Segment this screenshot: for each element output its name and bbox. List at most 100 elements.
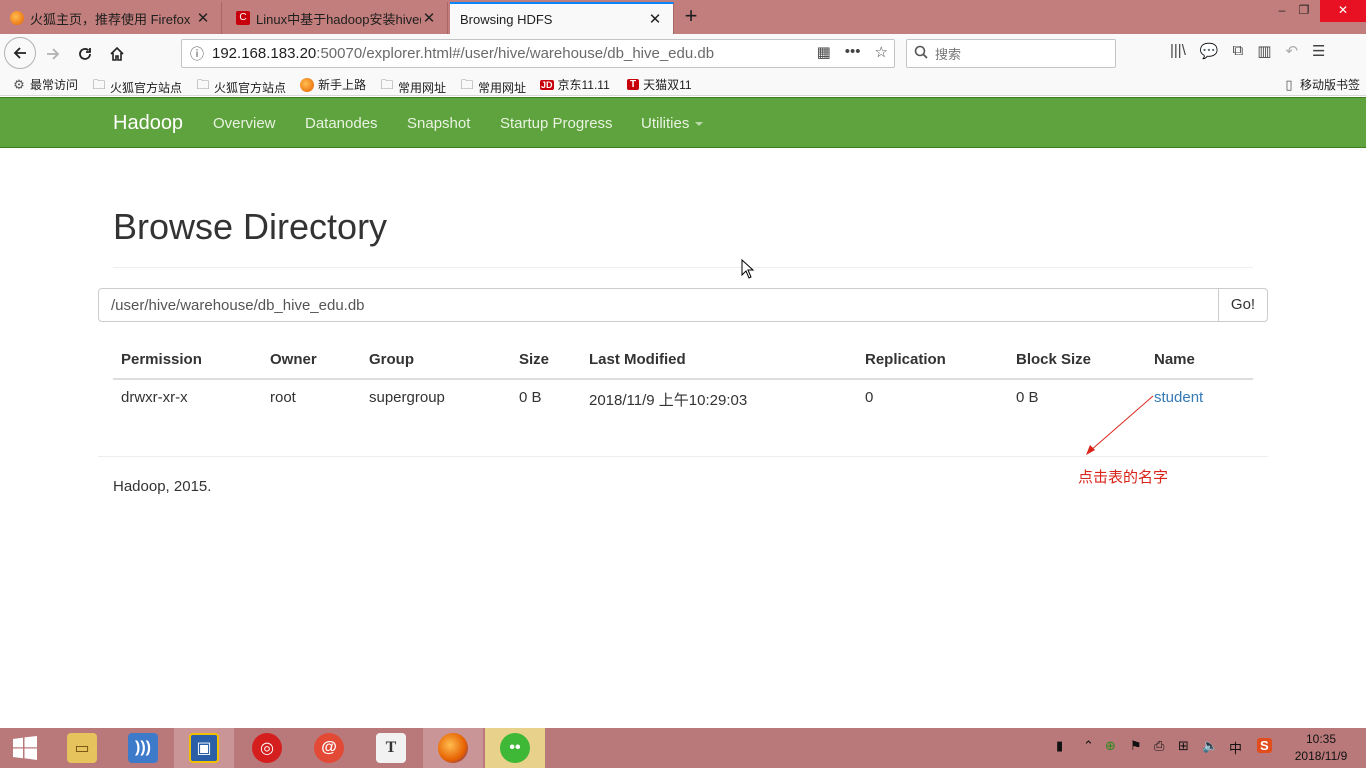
green-plus-icon[interactable]: ⊕	[1105, 738, 1116, 754]
col-header-replication[interactable]: Replication	[865, 351, 946, 368]
nav-snapshot[interactable]: Snapshot	[407, 115, 470, 132]
qr-code-icon[interactable]: ▦	[817, 43, 831, 61]
bookmark-label: 最常访问	[30, 78, 79, 92]
page-actions-icon[interactable]: •••	[845, 43, 861, 61]
close-tab-icon[interactable]: ✕	[195, 9, 211, 27]
home-button[interactable]	[102, 39, 132, 69]
col-header-size[interactable]: Size	[519, 351, 549, 368]
bookmark-firefox-official-2[interactable]: 🗀 火狐官方站点	[196, 76, 286, 98]
new-tab-button[interactable]: +	[680, 2, 702, 32]
tmall-icon: T	[627, 79, 640, 90]
ime-indicator[interactable]: 中	[1229, 738, 1242, 757]
bookmark-common-sites-2[interactable]: 🗀 常用网址	[460, 76, 526, 98]
search-icon	[907, 45, 935, 62]
screenshot-icon[interactable]: ⧉	[1233, 42, 1244, 60]
mobile-bookmarks[interactable]: ▯ 移动版书签	[1282, 76, 1360, 93]
page-footer: Hadoop, 2015.	[113, 478, 212, 495]
tab-linux-hive[interactable]: C Linux中基于hadoop安装hive( ✕	[226, 2, 448, 34]
reload-button[interactable]	[70, 39, 100, 69]
nav-datanodes[interactable]: Datanodes	[305, 115, 378, 132]
taskbar-typora[interactable]: T	[361, 728, 421, 768]
col-header-block-size[interactable]: Block Size	[1016, 351, 1091, 368]
undo-icon[interactable]: ↶	[1285, 42, 1298, 60]
bookmark-most-visited[interactable]: ⚙ 最常访问	[12, 76, 78, 93]
bookmark-tmall[interactable]: T 天猫双11	[627, 76, 692, 93]
cell-group: supergroup	[369, 389, 445, 406]
mouse-cursor-icon	[741, 259, 755, 279]
cell-block-size: 0 B	[1016, 389, 1039, 406]
system-clock[interactable]: 10:35 2018/11/9	[1288, 731, 1354, 765]
cell-size: 0 B	[519, 389, 542, 406]
window-close-button[interactable]: ✕	[1320, 0, 1366, 22]
nav-startup-progress[interactable]: Startup Progress	[500, 115, 613, 132]
col-header-last-modified[interactable]: Last Modified	[589, 351, 686, 368]
info-icon[interactable]: ⓘ	[182, 44, 212, 64]
bookmark-firefox-official-1[interactable]: 🗀 火狐官方站点	[92, 76, 182, 98]
go-button[interactable]: Go!	[1218, 288, 1268, 322]
taskbar-snail-app[interactable]: @	[299, 728, 359, 768]
col-header-owner[interactable]: Owner	[270, 351, 317, 368]
library-icon[interactable]: |||\	[1170, 42, 1186, 60]
hadoop-brand-link[interactable]: Hadoop	[113, 112, 183, 135]
cell-owner: root	[270, 389, 296, 406]
tab-title: 火狐主页，推荐使用 Firefox 火	[30, 11, 195, 27]
bookmark-label: 火狐官方站点	[214, 80, 287, 95]
caret-down-icon	[695, 122, 704, 127]
chat-bubble-icon[interactable]: 💬	[1200, 42, 1219, 60]
taskbar-netease-music[interactable]: ◎	[237, 728, 297, 768]
usb-device-icon[interactable]: ⎙	[1154, 738, 1164, 754]
rss-icon: )))	[128, 733, 158, 763]
tab-firefox-home[interactable]: 火狐主页，推荐使用 Firefox 火 ✕	[0, 2, 222, 34]
menu-icon[interactable]: ☰	[1312, 42, 1325, 60]
windows-taskbar: ▭ ))) ▣ ◎ @ T •• ▮ ⌃ ⊕ ⚑ ⎙ ⊞ 🔈 中 S 10:35…	[0, 728, 1366, 768]
nav-utilities-label: Utilities	[641, 115, 690, 132]
firefox-icon	[10, 11, 24, 25]
tab-title: Browsing HDFS	[460, 11, 553, 27]
taskbar-wechat[interactable]: ••	[485, 728, 545, 768]
bookmark-star-icon[interactable]: ☆	[875, 43, 888, 61]
close-tab-icon[interactable]: ✕	[647, 10, 663, 28]
sidebar-icon[interactable]: ▥	[1257, 42, 1271, 60]
security-icon[interactable]: ⚑	[1130, 738, 1142, 754]
tab-title: Linux中基于hadoop安装hive(	[256, 11, 421, 27]
taskbar-virtualbox[interactable]: ▣	[174, 728, 234, 768]
col-header-name[interactable]: Name	[1154, 351, 1195, 368]
table-header-divider	[113, 378, 1253, 380]
start-button[interactable]	[0, 728, 50, 768]
typora-icon: T	[376, 733, 406, 763]
close-tab-icon[interactable]: ✕	[421, 9, 437, 27]
battery-icon[interactable]: ▮	[1056, 738, 1063, 754]
directory-path-input[interactable]	[98, 288, 1219, 322]
back-button[interactable]	[4, 37, 36, 69]
firefox-icon	[300, 77, 314, 92]
forward-button[interactable]	[38, 39, 68, 69]
show-hidden-icons-chevron-icon[interactable]: ⌃	[1083, 738, 1094, 754]
virtualbox-icon: ▣	[189, 733, 219, 763]
title-divider	[113, 267, 1253, 268]
taskbar-file-explorer[interactable]: ▭	[52, 728, 112, 768]
nav-utilities-dropdown[interactable]: Utilities	[641, 115, 704, 132]
clock-time: 10:35	[1305, 732, 1337, 746]
taskbar-rss-reader[interactable]: )))	[113, 728, 173, 768]
network-icon[interactable]: ⊞	[1178, 738, 1189, 754]
taskbar-firefox[interactable]	[423, 728, 483, 768]
jd-icon: JD	[540, 79, 554, 90]
cell-last-modified: 2018/11/9 上午10:29:03	[589, 392, 748, 409]
col-header-permission[interactable]: Permission	[121, 351, 202, 368]
sogou-ime-icon[interactable]: S	[1257, 738, 1272, 753]
search-input[interactable]: 搜索	[906, 39, 1116, 68]
bookmark-jd[interactable]: JD 京东11.11	[540, 76, 610, 93]
url-bar[interactable]: ⓘ 192.168.183.20:50070/explorer.html#/us…	[181, 39, 895, 68]
bookmark-getting-started[interactable]: 新手上路	[300, 76, 366, 93]
volume-icon[interactable]: 🔈	[1202, 738, 1218, 754]
tab-browsing-hdfs[interactable]: Browsing HDFS ✕	[450, 2, 674, 34]
annotation-text: 点击表的名字	[1078, 469, 1169, 486]
restore-button[interactable]: ❐	[1286, 0, 1322, 22]
snail-icon: @	[314, 733, 344, 763]
bookmark-common-sites-1[interactable]: 🗀 常用网址	[380, 76, 446, 98]
col-header-group[interactable]: Group	[369, 351, 414, 368]
cell-name-link-student[interactable]: student	[1154, 389, 1203, 406]
nav-overview[interactable]: Overview	[213, 115, 276, 132]
cell-replication: 0	[865, 389, 874, 406]
forward-arrow-icon	[47, 48, 60, 60]
